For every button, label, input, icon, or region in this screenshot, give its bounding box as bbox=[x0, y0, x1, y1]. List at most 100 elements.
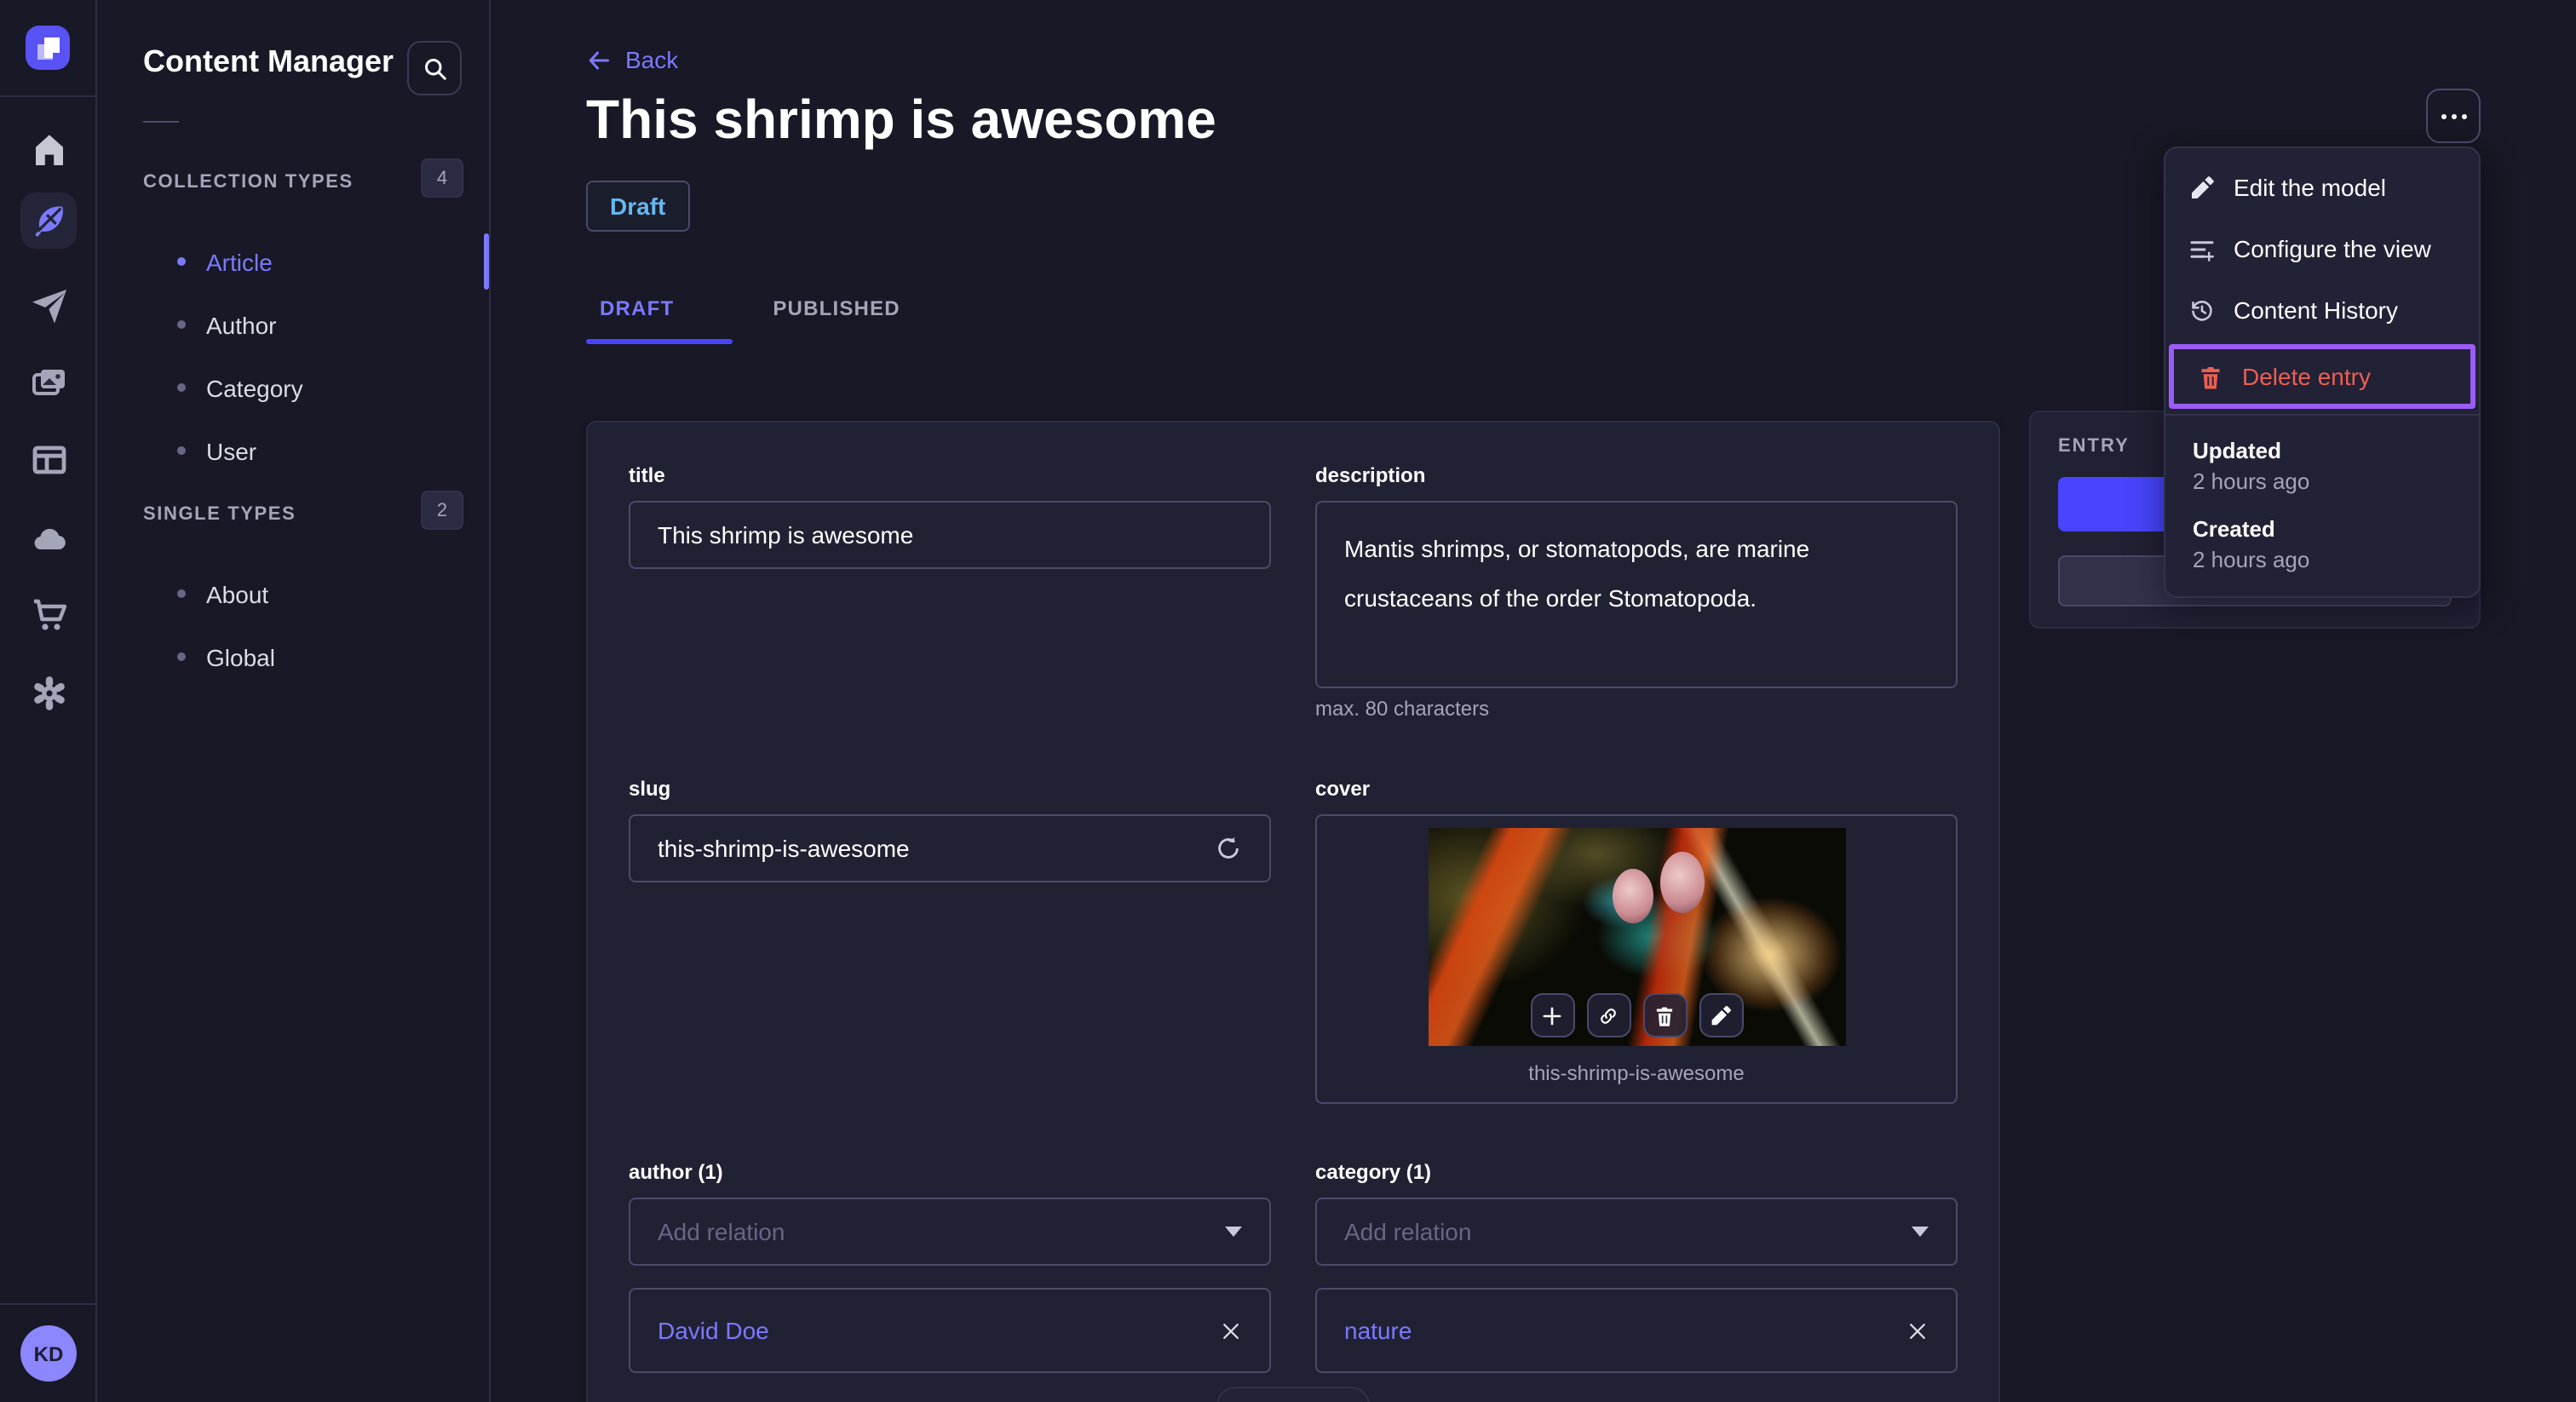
sidebar-item-label: User bbox=[206, 437, 257, 464]
slug-label: slug bbox=[629, 777, 671, 801]
paper-plane-icon[interactable] bbox=[29, 286, 70, 327]
created-value: 2 hours ago bbox=[2193, 547, 2310, 572]
subnav-divider-dash bbox=[143, 121, 179, 123]
menu-item-label: Configure the view bbox=[2234, 235, 2431, 262]
media-images-icon[interactable] bbox=[29, 363, 70, 404]
cloud-icon[interactable] bbox=[29, 518, 70, 559]
strapi-logo-icon bbox=[26, 26, 70, 70]
sidebar-item-label: Author bbox=[206, 311, 277, 338]
menu-item-content-history[interactable]: Content History bbox=[2165, 279, 2479, 341]
cover-label: cover bbox=[1315, 777, 1371, 801]
bullet-icon bbox=[177, 589, 186, 598]
add-asset-button[interactable] bbox=[1530, 993, 1574, 1037]
back-label: Back bbox=[625, 46, 679, 73]
menu-item-label: Delete entry bbox=[2242, 363, 2371, 390]
field-description: description Mantis shrimps, or stomatopo… bbox=[1315, 463, 1958, 721]
collection-types-count-badge: 4 bbox=[421, 158, 463, 198]
close-icon[interactable] bbox=[1906, 1319, 1929, 1342]
more-actions-button[interactable] bbox=[2426, 89, 2481, 143]
menu-item-delete-entry[interactable]: Delete entry bbox=[2174, 349, 2470, 404]
close-icon[interactable] bbox=[1220, 1319, 1242, 1342]
add-component-pill[interactable] bbox=[1216, 1387, 1370, 1402]
menu-item-label: Content History bbox=[2234, 296, 2398, 324]
shrimp-eye bbox=[1612, 869, 1653, 923]
sidebar-item-label: About bbox=[206, 580, 269, 607]
content-manager-subnav: Content Manager COLLECTION TYPES 4 Artic… bbox=[97, 0, 491, 1402]
sidebar-item-label: Category bbox=[206, 374, 303, 401]
category-relation-select[interactable]: Add relation bbox=[1315, 1198, 1958, 1266]
category-label: category (1) bbox=[1315, 1160, 1432, 1184]
sidebar-item-user[interactable]: User bbox=[97, 419, 489, 482]
cart-icon[interactable] bbox=[29, 595, 70, 635]
shrimp-eye bbox=[1659, 852, 1704, 913]
strapi-admin: KD Content Manager COLLECTION TYPES 4 Ar… bbox=[0, 0, 2576, 1402]
chevron-down-icon bbox=[1225, 1227, 1242, 1237]
relation-link-david-doe[interactable]: David Doe bbox=[658, 1317, 769, 1344]
bullet-icon bbox=[177, 652, 186, 661]
sidebar-item-global[interactable]: Global bbox=[97, 625, 489, 688]
title-input[interactable]: This shrimp is awesome bbox=[629, 501, 1271, 569]
category-relation-card: nature bbox=[1315, 1288, 1958, 1373]
delete-asset-button[interactable] bbox=[1642, 993, 1687, 1037]
tab-published[interactable]: PUBLISHED bbox=[759, 290, 914, 327]
copy-link-button[interactable] bbox=[1586, 993, 1630, 1037]
menu-item-configure-view[interactable]: Configure the view bbox=[2165, 218, 2479, 279]
relation-link-nature[interactable]: nature bbox=[1344, 1317, 1412, 1344]
strapi-logo-cell[interactable] bbox=[0, 0, 97, 97]
sidebar-item-about[interactable]: About bbox=[97, 562, 489, 625]
back-link[interactable]: Back bbox=[586, 46, 678, 73]
status-tabs: DRAFT PUBLISHED bbox=[586, 290, 914, 327]
entry-meta: Updated 2 hours ago Created 2 hours ago bbox=[2165, 416, 2479, 596]
chevron-down-icon bbox=[1912, 1227, 1929, 1237]
menu-item-label: Edit the model bbox=[2234, 174, 2386, 201]
menu-item-edit-model[interactable]: Edit the model bbox=[2165, 157, 2479, 218]
trash-icon bbox=[1656, 1006, 1673, 1026]
cover-asset-card[interactable]: this-shrimp-is-awesome bbox=[1315, 814, 1958, 1104]
sidebar-item-category[interactable]: Category bbox=[97, 356, 489, 419]
cover-actions bbox=[1530, 993, 1743, 1037]
entry-form-panel: title This shrimp is awesome description… bbox=[586, 421, 2000, 1402]
cover-filename: this-shrimp-is-awesome bbox=[1528, 1061, 1745, 1085]
created-label: Created bbox=[2193, 516, 2275, 542]
list-plus-icon bbox=[2189, 235, 2217, 262]
author-relation-select[interactable]: Add relation bbox=[629, 1198, 1271, 1266]
field-cover: cover this-shrimp-is-awesome bbox=[1315, 777, 1958, 1104]
tab-draft[interactable]: DRAFT bbox=[586, 290, 687, 327]
updated-label: Updated bbox=[2193, 438, 2281, 463]
gear-icon[interactable] bbox=[29, 673, 70, 714]
status-badge: Draft bbox=[586, 181, 690, 232]
slug-input[interactable]: this-shrimp-is-awesome bbox=[629, 814, 1271, 882]
layout-icon[interactable] bbox=[29, 440, 70, 480]
home-icon[interactable] bbox=[29, 129, 70, 170]
field-category: category (1) Add relation nature bbox=[1315, 1160, 1958, 1373]
sidebar-item-label: Global bbox=[206, 643, 275, 670]
page-title: This shrimp is awesome bbox=[586, 89, 1216, 150]
field-title: title This shrimp is awesome bbox=[629, 463, 1271, 721]
content-manager-active-tile[interactable] bbox=[20, 192, 77, 249]
title-label: title bbox=[629, 463, 665, 487]
search-button[interactable] bbox=[407, 41, 462, 95]
bullet-icon bbox=[177, 320, 186, 329]
arrow-left-icon bbox=[589, 50, 609, 69]
field-slug: slug this-shrimp-is-awesome bbox=[629, 777, 1271, 1104]
user-avatar[interactable]: KD bbox=[20, 1325, 77, 1382]
active-tab-underline bbox=[586, 339, 733, 344]
sidebar-item-article[interactable]: Article bbox=[97, 230, 489, 293]
trash-icon bbox=[2198, 363, 2225, 390]
sidebar-item-label: Article bbox=[206, 248, 273, 275]
updated-value: 2 hours ago bbox=[2193, 468, 2310, 494]
subnav-title: Content Manager bbox=[143, 44, 394, 78]
active-item-indicator bbox=[484, 233, 489, 290]
field-author: author (1) Add relation David Doe bbox=[629, 1160, 1271, 1373]
sidebar-item-author[interactable]: Author bbox=[97, 293, 489, 356]
feather-icon bbox=[35, 206, 63, 237]
category-placeholder: Add relation bbox=[1344, 1218, 1472, 1245]
description-hint: max. 80 characters bbox=[1315, 697, 1490, 721]
link-icon bbox=[1601, 1008, 1616, 1023]
plus-icon bbox=[1543, 1006, 1561, 1025]
edit-asset-button[interactable] bbox=[1699, 993, 1743, 1037]
refresh-icon[interactable] bbox=[1215, 835, 1242, 862]
description-textarea[interactable]: Mantis shrimps, or stomatopods, are mari… bbox=[1315, 501, 1958, 688]
author-label: author (1) bbox=[629, 1160, 723, 1184]
pencil-icon bbox=[2189, 174, 2217, 201]
